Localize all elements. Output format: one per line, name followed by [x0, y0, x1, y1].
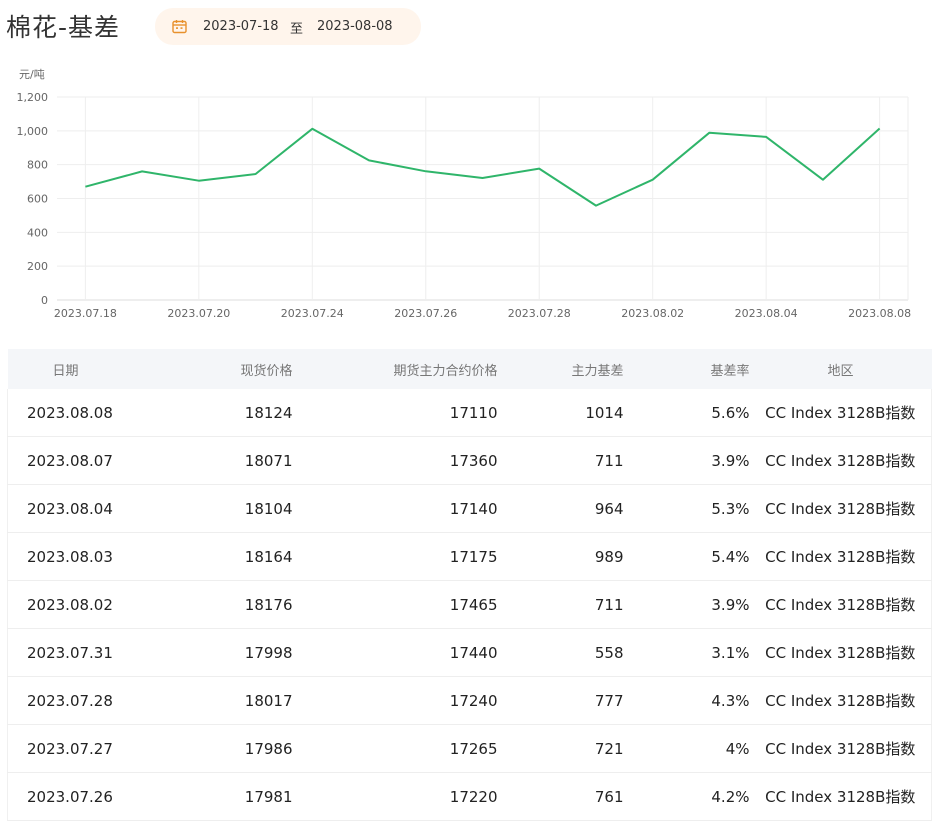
cell-basis: 777 [497, 676, 624, 725]
table-row: 2023.07.31 17998 17440 558 3.1% CC Index 3128… [7, 628, 932, 677]
cell-spot-price: 17998 [172, 628, 293, 677]
y-tick-label: 400 [27, 226, 48, 239]
x-tick-label: 2023.08.04 [735, 307, 798, 320]
cell-basis: 964 [497, 484, 624, 533]
date-separator: 至 [290, 22, 304, 37]
cell-spot-price: 18104 [172, 484, 293, 533]
cell-basis-rate: 3.9% [623, 580, 750, 629]
x-tick-label: 2023.07.28 [508, 307, 571, 320]
cell-futures-price: 17175 [292, 532, 498, 581]
cell-futures-price: 17360 [292, 436, 498, 485]
y-tick-label: 800 [27, 159, 48, 172]
header-basis-rate: 基差率 [623, 349, 750, 389]
date-range-picker[interactable]: 2023-07-18 至 2023-08-08 [155, 8, 421, 45]
cell-basis: 711 [497, 580, 624, 629]
x-tick-label: 2023.07.26 [394, 307, 457, 320]
table-row: 2023.07.27 17986 17265 721 4% CC Index 3128B指… [7, 724, 932, 773]
cell-date: 2023.08.04 [7, 484, 173, 533]
cell-date: 2023.08.08 [7, 389, 173, 437]
y-tick-label: 0 [41, 294, 48, 307]
cell-basis: 989 [497, 532, 624, 581]
start-date[interactable]: 2023-07-18 [203, 19, 279, 34]
cell-spot-price: 18176 [172, 580, 293, 629]
cell-basis: 1014 [497, 389, 624, 437]
table-header-row: 日期 现货价格 期货主力合约价格 主力基差 基差率 地区 [7, 349, 932, 389]
header-basis: 主力基差 [497, 349, 624, 389]
x-tick-label: 2023.08.08 [848, 307, 911, 320]
x-tick-label: 2023.07.18 [54, 307, 117, 320]
cell-futures-price: 17220 [292, 772, 498, 821]
cell-region: CC Index 3128B指数 [749, 436, 932, 485]
cell-region: CC Index 3128B指数 [749, 484, 932, 533]
y-tick-label: 1,200 [17, 91, 49, 104]
cell-basis-rate: 4% [623, 724, 750, 773]
header-spot-price: 现货价格 [172, 349, 293, 389]
cell-basis-rate: 4.2% [623, 772, 750, 821]
cell-region: CC Index 3128B指数 [749, 676, 932, 725]
cell-date: 2023.08.07 [7, 436, 173, 485]
table-row: 2023.08.07 18071 17360 711 3.9% CC Index 3128… [7, 436, 932, 485]
cell-basis: 558 [497, 628, 624, 677]
cell-date: 2023.07.31 [7, 628, 173, 677]
table-row: 2023.08.02 18176 17465 711 3.9% CC Index 3128… [7, 580, 932, 629]
cell-spot-price: 18164 [172, 532, 293, 581]
cell-region: CC Index 3128B指数 [749, 628, 932, 677]
header-date: 日期 [7, 349, 173, 389]
cell-basis: 711 [497, 436, 624, 485]
cell-basis: 761 [497, 772, 624, 821]
cell-date: 2023.07.26 [7, 772, 173, 821]
cell-futures-price: 17140 [292, 484, 498, 533]
cell-futures-price: 17265 [292, 724, 498, 773]
x-tick-label: 2023.07.20 [167, 307, 230, 320]
table-row: 2023.08.04 18104 17140 964 5.3% CC Index 3128… [7, 484, 932, 533]
cell-spot-price: 17981 [172, 772, 293, 821]
cell-spot-price: 18071 [172, 436, 293, 485]
cell-region: CC Index 3128B指数 [749, 532, 932, 581]
cell-basis: 721 [497, 724, 624, 773]
cell-region: CC Index 3128B指数 [749, 580, 932, 629]
y-axis-unit-label: 元/吨 [19, 68, 45, 81]
cell-basis-rate: 4.3% [623, 676, 750, 725]
table-row: 2023.08.08 18124 17110 1014 5.6% CC Index 312… [7, 389, 932, 437]
cell-basis-rate: 5.6% [623, 389, 750, 437]
cell-region: CC Index 3128B指数 [749, 389, 932, 437]
calendar-icon [172, 19, 187, 34]
cell-region: CC Index 3128B指数 [749, 724, 932, 773]
y-tick-label: 1,000 [17, 125, 49, 138]
cell-date: 2023.07.27 [7, 724, 173, 773]
cell-spot-price: 17986 [172, 724, 293, 773]
x-tick-label: 2023.07.24 [281, 307, 344, 320]
cell-date: 2023.07.28 [7, 676, 173, 725]
cell-futures-price: 17110 [292, 389, 498, 437]
end-date[interactable]: 2023-08-08 [317, 19, 393, 34]
y-tick-label: 600 [27, 193, 48, 206]
chart-svg: 0 200 400 600 800 1,000 1,200 2023.07.18 2023.07… [17, 68, 912, 320]
header-region: 地区 [749, 349, 932, 389]
cell-spot-price: 18124 [172, 389, 293, 437]
basis-table: 日期 现货价格 期货主力合约价格 主力基差 基差率 地区 2023.08.08 1… [7, 349, 932, 821]
table-row: 2023.07.28 18017 17240 777 4.3% CC Index 3128… [7, 676, 932, 725]
table-row: 2023.07.26 17981 17220 761 4.2% CC Index 3128… [7, 772, 932, 821]
cell-basis-rate: 3.1% [623, 628, 750, 677]
table-row: 2023.08.03 18164 17175 989 5.4% CC Index 3128… [7, 532, 932, 581]
cell-date: 2023.08.02 [7, 580, 173, 629]
x-tick-label: 2023.08.02 [621, 307, 684, 320]
cell-futures-price: 17240 [292, 676, 498, 725]
cell-spot-price: 18017 [172, 676, 293, 725]
cell-futures-price: 17440 [292, 628, 498, 677]
cell-basis-rate: 3.9% [623, 436, 750, 485]
basis-line-chart: 0 200 400 600 800 1,000 1,200 2023.07.18 2023.07… [0, 60, 949, 330]
cell-basis-rate: 5.3% [623, 484, 750, 533]
page-title: 棉花-基差 [6, 13, 121, 42]
cell-futures-price: 17465 [292, 580, 498, 629]
y-tick-label: 200 [27, 260, 48, 273]
header-futures-price: 期货主力合约价格 [292, 349, 498, 389]
cell-basis-rate: 5.4% [623, 532, 750, 581]
series-line [85, 127, 881, 207]
cell-region: CC Index 3128B指数 [749, 772, 932, 821]
cell-date: 2023.08.03 [7, 532, 173, 581]
